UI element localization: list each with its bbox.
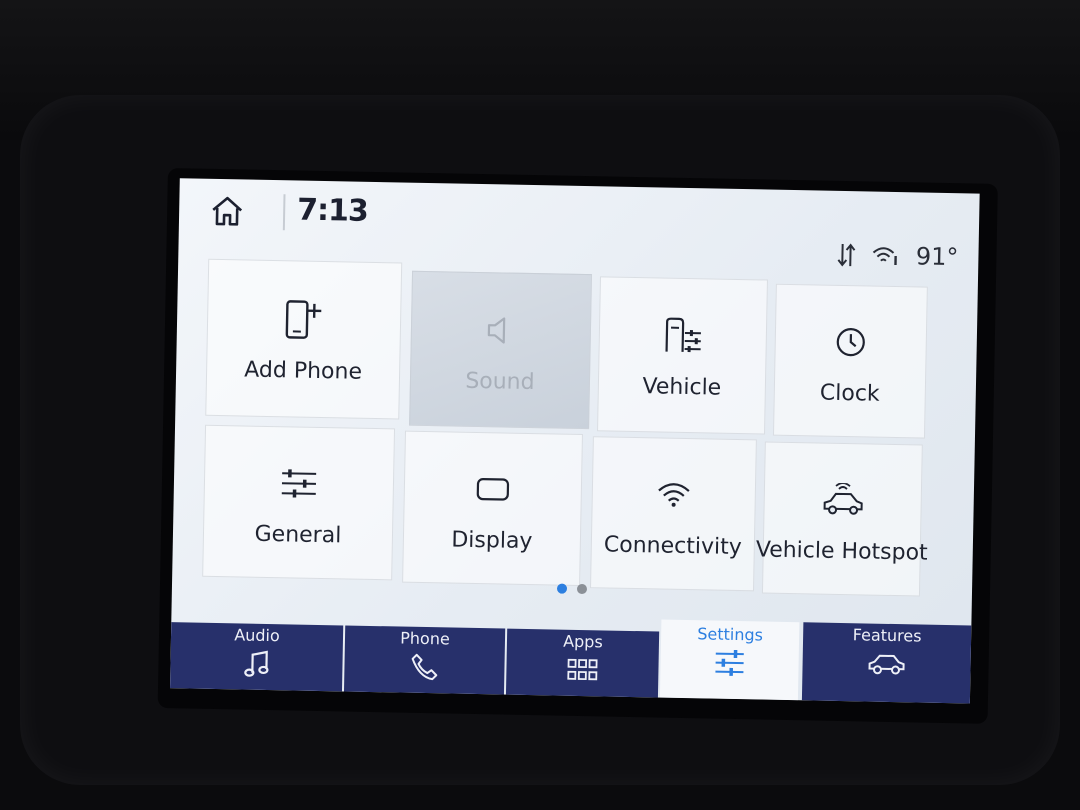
tile-label: Sound [465,368,535,396]
tab-label: Phone [400,628,450,649]
sliders-icon [281,468,317,498]
tab-apps[interactable]: Apps [505,628,660,698]
speaker-icon [487,317,506,344]
tile-label: Clock [819,380,880,407]
tile-clock[interactable]: Clock [772,283,928,439]
hotspot-icon [823,482,863,515]
home-icon [212,196,243,226]
tile-connectivity[interactable]: Connectivity [590,436,757,592]
tile-vehicle-hotspot[interactable]: Vehicle Hotspot [756,441,928,597]
infotainment-screen: 7:13 91° Add Phone Sound Vehicle Clock G… [170,178,980,704]
car-features-icon [868,654,905,675]
status-icons: 91° [838,241,959,271]
settings-sliders-icon [715,649,744,676]
tab-features[interactable]: Features [801,622,972,704]
outside-temperature: 91° [915,242,959,272]
tile-label: Display [451,527,533,554]
display-frame: 7:13 91° Add Phone Sound Vehicle Clock G… [157,168,998,724]
tab-label: Audio [234,625,280,646]
tile-add-phone[interactable]: Add Phone [205,258,403,420]
tile-label: Vehicle [642,374,722,401]
app-grid-icon [567,658,598,681]
tile-vehicle[interactable]: Vehicle [597,276,768,435]
tab-audio[interactable]: Audio [170,622,344,692]
tile-label: Connectivity [603,531,742,560]
tab-label: Apps [563,631,603,652]
vehicle-settings-icon [665,317,701,353]
tile-sound[interactable]: Sound [409,270,593,430]
clock-icon [836,327,865,356]
tile-display[interactable]: Display [402,430,583,586]
phone-handset-icon [411,653,438,681]
clock-time: 7:13 [296,192,369,229]
status-bar: 7:13 91° [178,178,979,271]
bottom-tab-bar: Audio Phone Apps Settings Features [170,610,972,704]
tile-label: General [254,521,342,548]
display-icon [476,477,510,501]
tab-label: Settings [697,624,764,645]
tile-label: Add Phone [244,357,363,385]
data-transfer-icon [838,243,856,267]
add-phone-icon [285,300,322,339]
status-divider [282,194,286,231]
tab-label: Features [852,625,922,646]
page-dot[interactable] [576,583,588,595]
tab-settings[interactable]: Settings [659,619,800,701]
wifi-icon [658,482,690,507]
page-dot-active[interactable] [556,583,568,594]
music-note-icon [244,650,269,677]
wifi-status-icon [873,247,898,266]
tab-phone[interactable]: Phone [343,625,506,695]
tile-general[interactable]: General [202,424,396,581]
home-button[interactable] [209,193,246,230]
tile-label: Vehicle Hotspot [755,536,928,566]
